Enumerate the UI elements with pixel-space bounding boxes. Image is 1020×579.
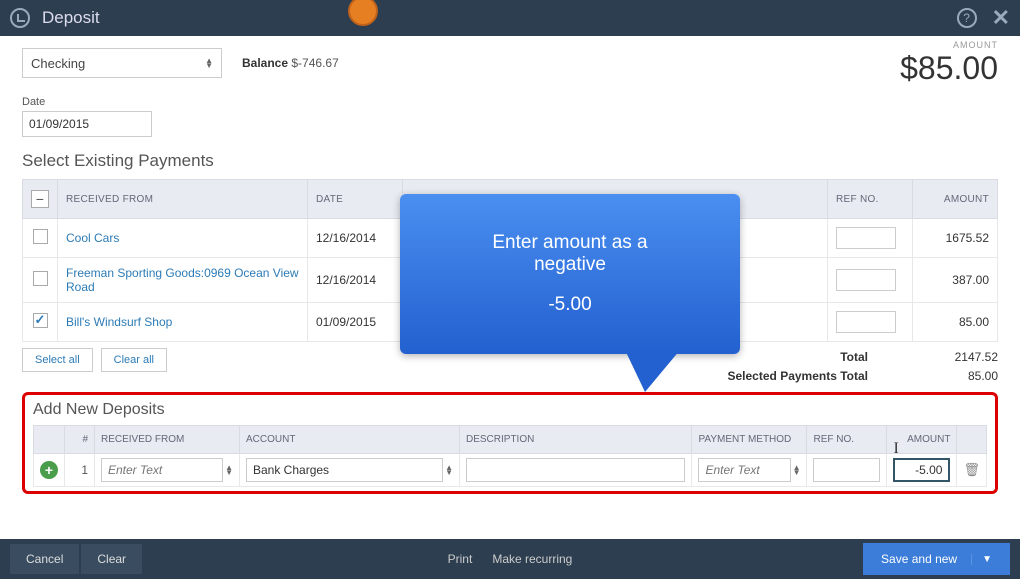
chevron-updown-icon[interactable]: ▲▼	[445, 465, 453, 475]
select-all-button[interactable]: Select all	[22, 348, 93, 372]
clear-all-button[interactable]: Clear all	[101, 348, 167, 372]
help-icon[interactable]: ?	[957, 8, 977, 28]
col-account: ACCOUNT	[240, 426, 460, 454]
ref-input[interactable]	[836, 227, 896, 249]
trash-icon[interactable]: 🗑	[963, 462, 980, 477]
chevron-updown-icon[interactable]: ▲▼	[793, 465, 801, 475]
col-payment-method: PAYMENT METHOD	[692, 426, 807, 454]
col-ref-no: REF NO.	[807, 426, 887, 454]
save-and-new-button[interactable]: Save and new▼	[863, 543, 1010, 575]
received-from-link[interactable]: Bill's Windsurf Shop	[58, 303, 308, 342]
text-cursor-icon: I	[893, 440, 898, 458]
amount-input[interactable]	[893, 458, 950, 482]
account-select-value: Checking	[31, 56, 85, 71]
callout-tail-icon	[625, 350, 680, 392]
chevron-updown-icon: ▲▼	[205, 58, 213, 68]
add-row-icon[interactable]: +	[40, 461, 58, 479]
col-received-from: RECEIVED FROM	[58, 180, 308, 219]
col-received-from: RECEIVED FROM	[95, 426, 240, 454]
account-input[interactable]	[246, 458, 443, 482]
payment-method-input[interactable]	[698, 458, 790, 482]
chevron-updown-icon[interactable]: ▲▼	[225, 465, 233, 475]
col-date: DATE	[308, 180, 403, 219]
col-num: #	[65, 426, 95, 454]
make-recurring-link[interactable]: Make recurring	[492, 552, 572, 566]
new-deposits-title: Add New Deposits	[33, 401, 987, 419]
table-row: + 1 ▲▼ ▲▼ ▲▼ I 🗑	[34, 454, 987, 487]
close-icon[interactable]: ✕	[992, 5, 1010, 31]
ref-no-input[interactable]	[813, 458, 880, 482]
window-header: Deposit ? ✕	[0, 0, 1020, 36]
page-title: Deposit	[42, 8, 100, 28]
history-icon[interactable]	[10, 8, 30, 28]
row-checkbox[interactable]	[33, 313, 48, 328]
description-input[interactable]	[466, 458, 685, 482]
date-label: Date	[22, 96, 998, 108]
instruction-callout: Enter amount as a negative -5.00	[400, 194, 740, 354]
new-deposits-table: # RECEIVED FROM ACCOUNT DESCRIPTION PAYM…	[33, 425, 987, 487]
col-ref-no: REF NO.	[828, 180, 913, 219]
col-description: DESCRIPTION	[460, 426, 692, 454]
notification-badge-icon[interactable]	[348, 0, 378, 26]
collapse-toggle[interactable]: −	[31, 190, 49, 208]
received-from-input[interactable]	[101, 458, 223, 482]
footer-bar: Cancel Clear Print Make recurring Save a…	[0, 539, 1020, 579]
received-from-link[interactable]: Freeman Sporting Goods:0969 Ocean View R…	[58, 258, 308, 303]
received-from-link[interactable]: Cool Cars	[58, 219, 308, 258]
row-checkbox[interactable]	[33, 229, 48, 244]
account-select[interactable]: Checking ▲▼	[22, 48, 222, 78]
print-link[interactable]: Print	[448, 552, 473, 566]
balance-display: Balance $-746.67	[242, 56, 339, 70]
ref-input[interactable]	[836, 269, 896, 291]
add-new-deposits-section: Add New Deposits # RECEIVED FROM ACCOUNT…	[22, 392, 998, 494]
col-amount: AMOUNT	[913, 180, 998, 219]
ref-input[interactable]	[836, 311, 896, 333]
existing-payments-title: Select Existing Payments	[22, 151, 998, 171]
date-input[interactable]	[22, 111, 152, 137]
chevron-down-icon[interactable]: ▼	[971, 554, 992, 565]
clear-button[interactable]: Clear	[81, 544, 142, 574]
cancel-button[interactable]: Cancel	[10, 544, 79, 574]
total-amount: AMOUNT $85.00	[900, 40, 998, 87]
row-checkbox[interactable]	[33, 271, 48, 286]
